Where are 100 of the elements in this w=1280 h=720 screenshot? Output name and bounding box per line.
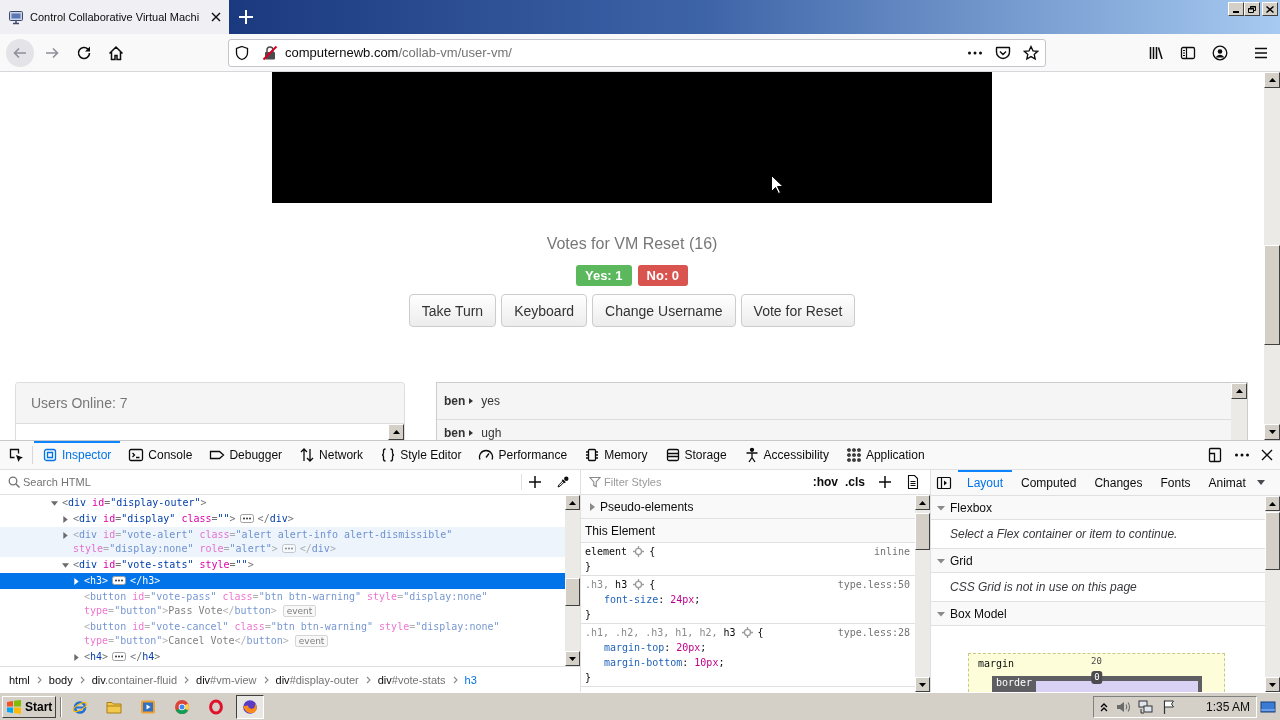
markup-row[interactable]: <div id="display-outer"> xyxy=(0,495,565,511)
rule-source-link[interactable]: type.less:28 xyxy=(837,625,910,640)
browser-tab[interactable]: Control Collaborative Virtual Machi xyxy=(0,0,230,34)
markup-row[interactable]: <button id="vote-pass" class="btn btn-warning" style="display:none" type="button">Pass Vote</button> event xyxy=(0,589,565,619)
scrollbar-thumb[interactable] xyxy=(1264,245,1280,345)
insecure-lock-icon[interactable] xyxy=(262,44,278,61)
scrollbar-thumb[interactable] xyxy=(1265,512,1280,570)
library-icon[interactable] xyxy=(1148,44,1164,61)
markup-row[interactable]: <button id="vote-cancel" class="btn btn-warning" style="display:none" type="button">Cancel Vote</button> event xyxy=(0,619,565,649)
scrollbar-thumb[interactable] xyxy=(565,578,580,606)
scrollbar[interactable] xyxy=(1264,72,1280,440)
scroll-up-button[interactable] xyxy=(915,495,930,510)
scroll-up-button[interactable] xyxy=(1264,72,1280,88)
css-declaration[interactable]: margin-top: 20px; xyxy=(585,640,707,655)
plus-icon[interactable] xyxy=(879,476,891,488)
desktop-icon[interactable] xyxy=(1260,698,1276,715)
caret-down-icon[interactable] xyxy=(50,499,58,507)
network-icon[interactable] xyxy=(1137,698,1154,715)
scrollbar[interactable] xyxy=(565,495,580,666)
css-declaration[interactable]: margin-bottom: 10px; xyxy=(585,655,725,670)
dock-icon[interactable] xyxy=(1207,447,1223,463)
devtools-tab[interactable]: Performance xyxy=(470,441,577,469)
devtools-tab[interactable]: Debugger xyxy=(201,441,292,469)
document-icon[interactable] xyxy=(907,475,919,489)
action-button[interactable]: Take Turn xyxy=(408,294,497,327)
section-header[interactable]: Grid xyxy=(931,549,1265,573)
rule-source-link[interactable]: inline xyxy=(873,544,910,559)
css-declaration[interactable]: font-size: 24px; xyxy=(585,592,701,607)
sidebar-tab[interactable]: Animat xyxy=(1199,470,1255,495)
markup-row[interactable]: <div id="vote-stats" style=""> xyxy=(0,557,565,573)
pseudo-class-toggle[interactable]: .cls xyxy=(845,475,865,489)
margin-value[interactable]: 20 xyxy=(1091,656,1102,667)
close-icon[interactable] xyxy=(211,12,222,22)
sidebar-tab[interactable]: Fonts xyxy=(1151,470,1200,495)
caret-down-icon[interactable] xyxy=(1256,480,1265,485)
scroll-up-button[interactable] xyxy=(565,495,580,510)
close-icon[interactable] xyxy=(1261,449,1273,461)
address-bar[interactable]: computernewb.com/collab-vm/user-vm/ xyxy=(228,38,1046,67)
devtools-tab[interactable]: Network xyxy=(291,441,373,469)
caret-right-icon[interactable] xyxy=(72,577,80,585)
sidebar-tab[interactable]: Layout xyxy=(958,470,1013,495)
scroll-down-button[interactable] xyxy=(915,677,930,692)
sidebar-tab[interactable]: Changes xyxy=(1085,470,1152,495)
element-picker-icon[interactable] xyxy=(8,447,24,463)
target-icon[interactable] xyxy=(741,627,753,638)
breadcrumb[interactable]: html xyxy=(9,673,30,686)
border-value[interactable]: 0 xyxy=(1091,671,1103,684)
rule-source-link[interactable]: type.less:50 xyxy=(837,577,910,592)
scroll-down-button[interactable] xyxy=(1264,424,1280,440)
markup-row[interactable]: <h4> </h4> xyxy=(0,649,565,665)
caret-right-icon[interactable] xyxy=(61,531,69,539)
section-header[interactable]: Flexbox xyxy=(931,496,1265,520)
devtools-tab[interactable]: Memory xyxy=(576,441,657,469)
caret-down-icon[interactable] xyxy=(61,561,69,569)
shield-icon[interactable] xyxy=(234,44,250,61)
plus-icon[interactable] xyxy=(529,476,541,488)
scrollbar[interactable] xyxy=(915,495,930,692)
action-button[interactable]: Keyboard xyxy=(501,294,588,327)
sidebar-icon[interactable] xyxy=(1180,44,1196,61)
scroll-down-button[interactable] xyxy=(1265,677,1280,692)
breadcrumb[interactable]: div.container-fluid xyxy=(91,673,178,686)
target-icon[interactable] xyxy=(633,579,645,590)
sidebar-tab[interactable]: Computed xyxy=(1012,470,1086,495)
action-button[interactable]: Vote for Reset xyxy=(740,294,856,327)
sidebar-toggle-icon[interactable] xyxy=(936,474,952,491)
breadcrumb[interactable]: div#display-outer xyxy=(275,673,359,686)
scroll-up-button[interactable] xyxy=(1231,383,1247,399)
start-button[interactable]: Start xyxy=(2,695,56,718)
pseudo-class-toggle[interactable]: :hov xyxy=(812,475,838,489)
ellipsis-icon[interactable] xyxy=(239,514,254,523)
search-field[interactable]: Search HTML xyxy=(0,470,521,494)
ellipsis-icon[interactable] xyxy=(112,576,127,585)
scroll-up-button[interactable] xyxy=(388,424,404,440)
breadcrumb[interactable]: h3 xyxy=(464,673,477,686)
section-header[interactable]: Pseudo-elements xyxy=(581,495,915,519)
event-badge[interactable]: event xyxy=(282,605,317,617)
target-icon[interactable] xyxy=(633,546,645,557)
scrollbar-thumb[interactable] xyxy=(915,513,930,550)
action-button[interactable]: Change Username xyxy=(592,294,736,327)
breadcrumb[interactable]: body xyxy=(48,673,73,686)
chevron-up-icon[interactable] xyxy=(1099,701,1108,712)
devtools-tab[interactable]: Accessibility xyxy=(735,441,838,469)
caret-right-icon[interactable] xyxy=(61,515,69,523)
scroll-up-button[interactable] xyxy=(1265,496,1280,511)
breadcrumb[interactable]: div#vm-view xyxy=(196,673,257,686)
minimize-button[interactable] xyxy=(1228,2,1244,16)
markup-row[interactable]: <div id="display" class=""> </div> xyxy=(0,511,565,527)
restore-button[interactable] xyxy=(1244,2,1260,16)
account-icon[interactable] xyxy=(1212,44,1228,61)
breadcrumb[interactable]: div#vote-stats xyxy=(377,673,446,686)
scroll-down-button[interactable] xyxy=(565,651,580,666)
scrollbar[interactable] xyxy=(1231,383,1247,440)
close-button[interactable] xyxy=(1262,2,1278,16)
ellipsis-icon[interactable] xyxy=(112,652,127,661)
devtools-tab[interactable]: Inspector xyxy=(34,441,121,469)
devtools-tab[interactable]: Application xyxy=(837,441,934,469)
star-icon[interactable] xyxy=(1023,44,1039,61)
eyedropper-icon[interactable] xyxy=(557,476,569,488)
devtools-tab[interactable]: Style Editor xyxy=(372,441,471,469)
section-header[interactable]: Box Model xyxy=(931,602,1265,626)
